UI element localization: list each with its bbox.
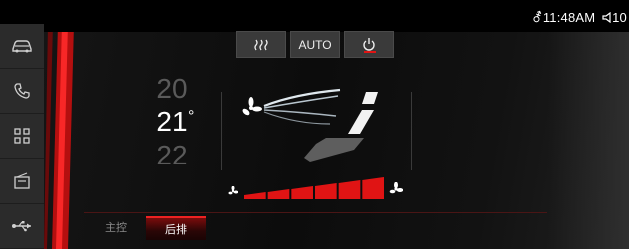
fan-icon [242, 97, 262, 116]
auto-button-label: AUTO [298, 37, 332, 52]
volume-level: 10 [612, 10, 627, 25]
fan-speed-segment[interactable] [338, 180, 361, 199]
fan-high-icon[interactable] [389, 182, 403, 196]
tab-divider [84, 212, 547, 213]
fan-speed-bar[interactable] [244, 177, 384, 199]
car-icon [12, 40, 32, 53]
seat-headrest [362, 92, 378, 104]
temperature-below[interactable]: 22 [150, 140, 194, 164]
tab-label: 后排 [165, 224, 187, 236]
divider [221, 92, 222, 170]
fan-speed-segment[interactable] [267, 189, 290, 199]
fan-speed-segment[interactable] [315, 183, 337, 199]
fan-speed-segment[interactable] [362, 177, 384, 199]
fan-low-icon[interactable] [228, 186, 238, 196]
seat-backrest [348, 110, 374, 134]
sidebar-item-phone[interactable] [0, 69, 44, 114]
rear-defrost-button[interactable] [236, 31, 286, 58]
volume-icon[interactable] [602, 11, 612, 24]
fan-speed-segment[interactable] [291, 186, 313, 199]
apps-grid-icon [14, 128, 30, 144]
red-accent-stripe [44, 24, 74, 249]
temperature-above[interactable]: 20 [150, 73, 194, 105]
sidebar-item-media[interactable] [0, 159, 44, 204]
power-active-indicator [364, 51, 376, 53]
radio-icon [14, 172, 30, 189]
status-area: ⚦11:48AM 10 [532, 10, 627, 26]
fan-speed-segment[interactable] [244, 192, 266, 199]
sidebar [0, 24, 44, 249]
auto-button[interactable]: AUTO [290, 31, 340, 58]
panel-edge [548, 32, 629, 249]
rear-defrost-icon [254, 39, 268, 50]
power-button[interactable] [344, 31, 394, 58]
seat-cushion [304, 138, 364, 162]
usb-status-icon: ⚦ [531, 10, 543, 25]
sidebar-item-usb[interactable] [0, 204, 44, 249]
temperature-unit: ° [188, 108, 195, 125]
divider [411, 92, 412, 170]
sidebar-item-car[interactable] [0, 24, 44, 69]
tab-rear[interactable]: 后排 [146, 216, 206, 240]
status-time: 11:48AM [542, 10, 596, 25]
seat-airflow-diagram[interactable] [240, 86, 400, 170]
phone-icon [14, 83, 30, 99]
usb-icon [12, 221, 31, 232]
sidebar-item-apps[interactable] [0, 114, 44, 159]
tab-main-control[interactable]: 主控 [94, 216, 138, 238]
tab-label: 主控 [105, 222, 127, 234]
